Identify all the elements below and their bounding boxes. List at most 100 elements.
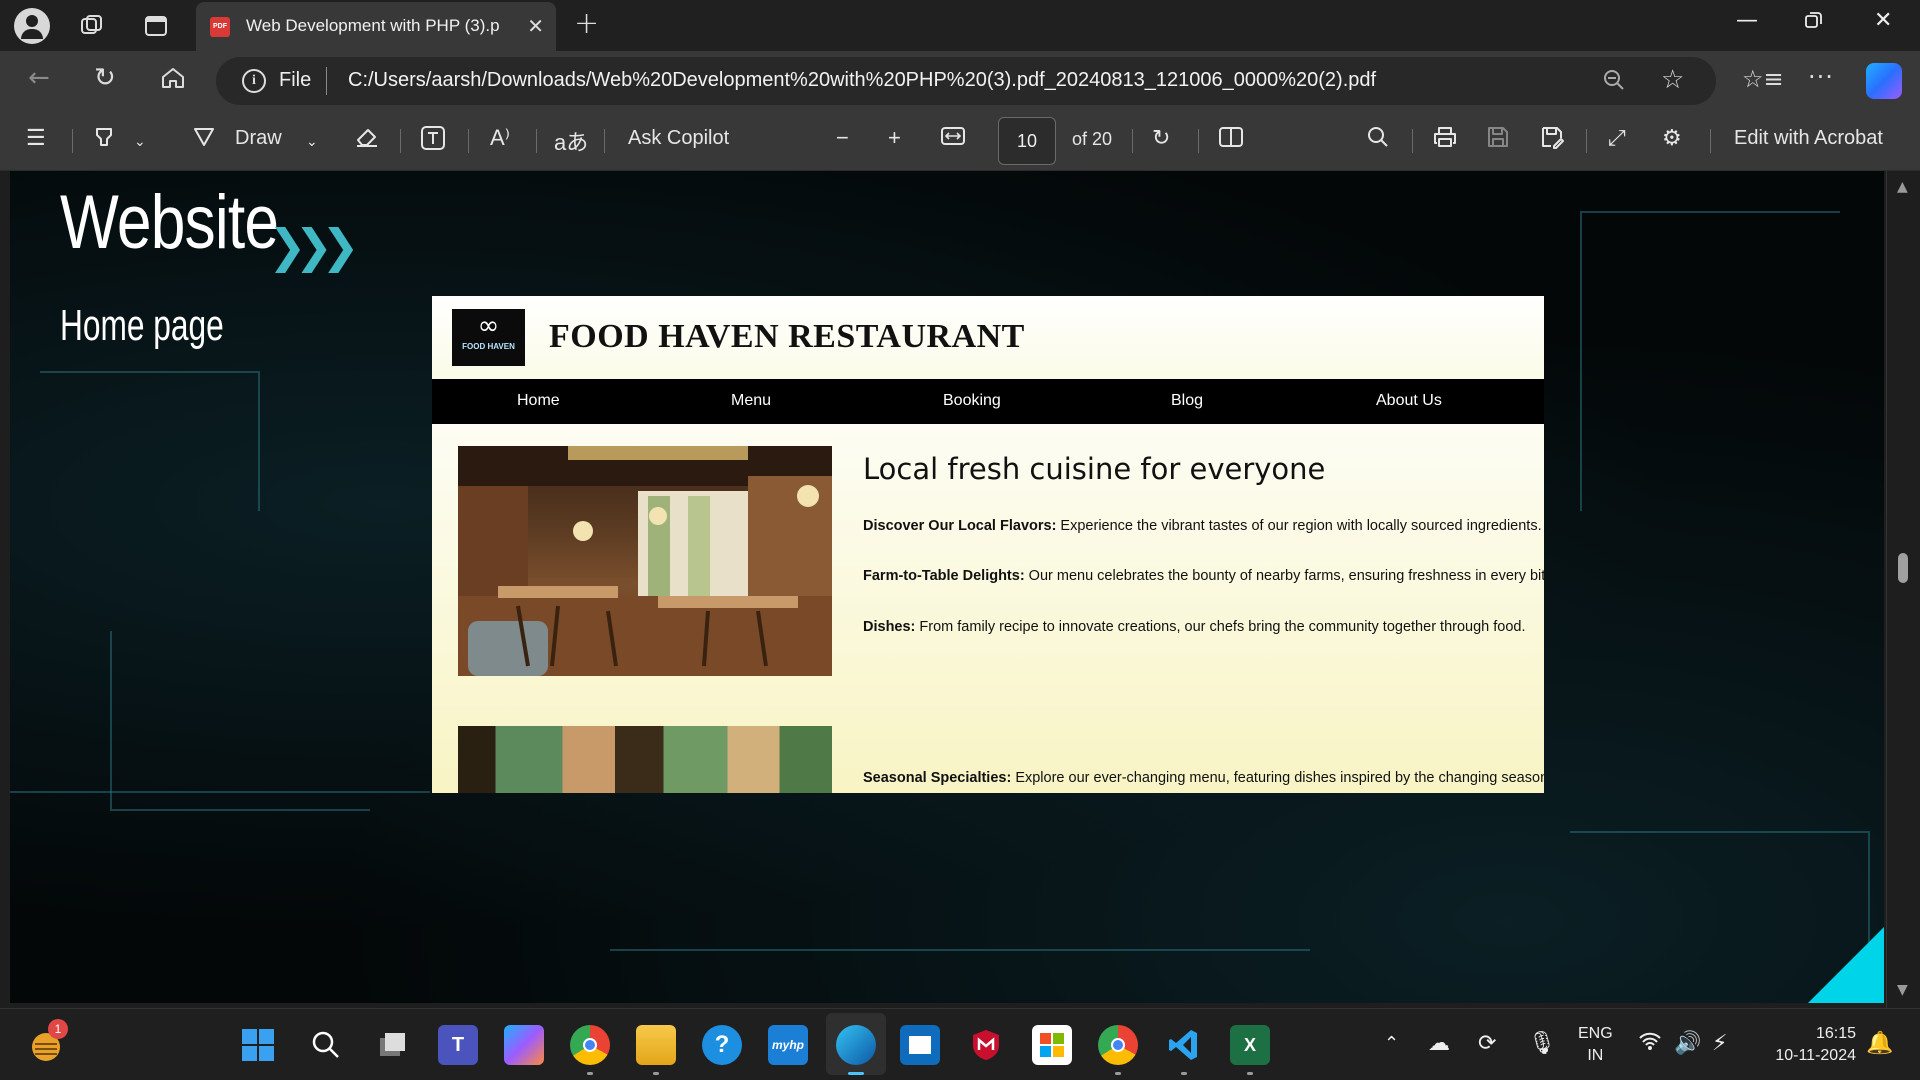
page-number-input[interactable]: 10 [998, 117, 1056, 165]
start-windows-icon[interactable] [238, 1025, 278, 1065]
zoom-in-button[interactable]: + [888, 125, 901, 151]
page-view-icon[interactable] [1218, 125, 1244, 155]
restore-icon[interactable] [1804, 10, 1824, 36]
site-logo: ∞ FOOD HAVEN [452, 309, 525, 366]
info-icon[interactable]: i [242, 69, 266, 93]
slide-title: Website [60, 180, 279, 265]
toolbar-separator [604, 129, 605, 153]
close-window-icon[interactable]: ✕ [1874, 8, 1892, 33]
onedrive-error-icon[interactable]: ☁ [1428, 1031, 1450, 1056]
myhp-icon[interactable]: myhp [768, 1025, 808, 1065]
read-aloud-icon[interactable]: A⁾ [490, 125, 510, 151]
scroll-down-arrow-icon[interactable]: ▼ [1897, 982, 1908, 998]
page-total-label: of 20 [1072, 129, 1113, 149]
address-scheme: File [279, 69, 312, 91]
body-heading: Local fresh cuisine for everyone [863, 452, 1326, 486]
fullscreen-icon[interactable]: ⤢ [1608, 125, 1626, 151]
paragraph-text: Our menu celebrates the bounty of nearby… [1024, 568, 1544, 584]
translate-icon[interactable]: aあ [554, 125, 588, 157]
close-tab-icon[interactable]: ✕ [527, 14, 544, 38]
paragraph-label: Discover Our Local Flavors: [863, 518, 1057, 534]
fit-to-width-icon[interactable] [940, 125, 966, 153]
rotate-icon[interactable]: ↻ [1152, 125, 1170, 151]
zoom-out-button[interactable]: − [836, 125, 849, 151]
zoom-out-icon[interactable] [1602, 68, 1626, 98]
draw-dropdown-icon[interactable]: ⌄ [306, 133, 318, 150]
favorites-icon[interactable]: ☆≡ [1742, 65, 1784, 93]
teams-icon[interactable]: T [438, 1025, 478, 1065]
new-tab-icon[interactable]: + [574, 6, 599, 41]
microphone-icon[interactable]: 🎙 [1528, 1031, 1556, 1056]
chevron-arrows-icon: ❯❯❯ [268, 219, 360, 273]
chrome-profile-a-icon[interactable] [570, 1025, 610, 1075]
copilot-icon[interactable] [1866, 63, 1902, 99]
vertical-scrollbar[interactable]: ▲ ▼ [1886, 171, 1920, 1008]
search-icon[interactable] [1366, 125, 1390, 155]
corner-decoration [1808, 927, 1884, 1003]
notifications-bell-icon[interactable]: 🔔 [1866, 1031, 1893, 1056]
text-box-icon[interactable] [420, 125, 446, 157]
show-hidden-icons-icon[interactable]: ⌃ [1384, 1033, 1399, 1054]
pdf-document-area[interactable]: Website ❯❯❯ Home page ∞ FOOD HAVEN FOOD … [0, 171, 1920, 1008]
sync-icon[interactable]: ⟳ [1478, 1031, 1496, 1056]
excel-icon[interactable]: X [1230, 1025, 1270, 1075]
file-explorer-icon[interactable] [636, 1025, 676, 1075]
print-icon[interactable] [1432, 125, 1458, 155]
favorite-star-icon[interactable]: ☆ [1661, 65, 1684, 95]
toolbar-separator [1710, 129, 1711, 153]
more-options-icon[interactable]: ··· [1808, 63, 1834, 91]
task-view-icon[interactable] [372, 1025, 412, 1065]
workspaces-icon[interactable] [76, 10, 108, 42]
url-text[interactable]: C:/Users/aarsh/Downloads/Web%20Developme… [348, 69, 1376, 92]
copilot-app-icon[interactable] [504, 1025, 544, 1065]
paragraph-text: Experience the vibrant tastes of our reg… [1056, 518, 1542, 534]
refresh-icon[interactable]: ↻ [94, 63, 116, 93]
settings-gear-icon[interactable]: ⚙ [1662, 125, 1682, 151]
edge-icon[interactable] [836, 1025, 876, 1075]
volume-icon[interactable]: 🔊 [1674, 1031, 1701, 1056]
scroll-up-arrow-icon[interactable]: ▲ [1897, 179, 1908, 195]
tab-title: Web Development with PHP (3).p [246, 16, 500, 35]
circuit-line [40, 371, 260, 511]
home-icon[interactable] [160, 65, 186, 98]
notification-badge: 1 [48, 1019, 68, 1039]
contents-list-icon[interactable]: ☰ [26, 125, 46, 151]
highlight-dropdown-icon[interactable]: ⌄ [134, 133, 146, 150]
ask-copilot-button[interactable]: Ask Copilot [628, 127, 729, 150]
microsoft-store-icon[interactable] [1032, 1025, 1072, 1065]
address-bar[interactable]: i File C:/Users/aarsh/Downloads/Web%20De… [216, 57, 1716, 105]
store-icon[interactable] [900, 1025, 940, 1065]
paragraph-label: Farm-to-Table Delights: [863, 568, 1025, 584]
draw-button[interactable]: Draw [235, 127, 282, 150]
scroll-thumb[interactable] [1898, 553, 1908, 583]
profile-avatar-icon[interactable] [14, 8, 50, 44]
save-icon[interactable] [1486, 125, 1510, 155]
erase-icon[interactable] [354, 125, 380, 155]
save-as-icon[interactable] [1540, 125, 1564, 155]
edit-with-acrobat-button[interactable]: Edit with Acrobat [1734, 127, 1883, 150]
mcafee-shield-icon[interactable] [966, 1025, 1006, 1065]
minimize-icon[interactable]: — [1736, 8, 1758, 33]
tab-actions-icon[interactable] [140, 10, 172, 42]
chrome-profile-b-icon[interactable] [1098, 1025, 1138, 1075]
toolbar-separator [400, 129, 401, 153]
get-help-icon[interactable]: ? [702, 1025, 742, 1065]
logo-text: FOOD HAVEN [462, 342, 515, 351]
back-icon[interactable]: ← [28, 63, 50, 93]
pdf-file-icon: PDF [210, 17, 230, 37]
system-clock[interactable]: 16:15 10-11-2024 [1760, 1023, 1856, 1067]
search-icon[interactable] [306, 1025, 346, 1065]
nav-home: Home [517, 392, 560, 409]
draw-icon[interactable] [192, 125, 216, 155]
toolbar-separator [468, 129, 469, 153]
active-tab[interactable]: PDF Web Development with PHP (3).p ✕ [196, 2, 556, 51]
vscode-icon[interactable] [1164, 1025, 1204, 1075]
toolbar-separator [1586, 129, 1587, 153]
running-indicator [1247, 1072, 1253, 1075]
highlight-icon[interactable] [92, 125, 116, 155]
paragraph-seasonal: Seasonal Specialties: Explore our ever-c… [863, 770, 1544, 786]
paragraph-label: Seasonal Specialties: [863, 770, 1012, 786]
wifi-icon[interactable] [1638, 1031, 1662, 1057]
language-indicator[interactable]: ENG IN [1578, 1023, 1613, 1067]
battery-charging-icon[interactable]: ⚡ [1712, 1031, 1727, 1056]
